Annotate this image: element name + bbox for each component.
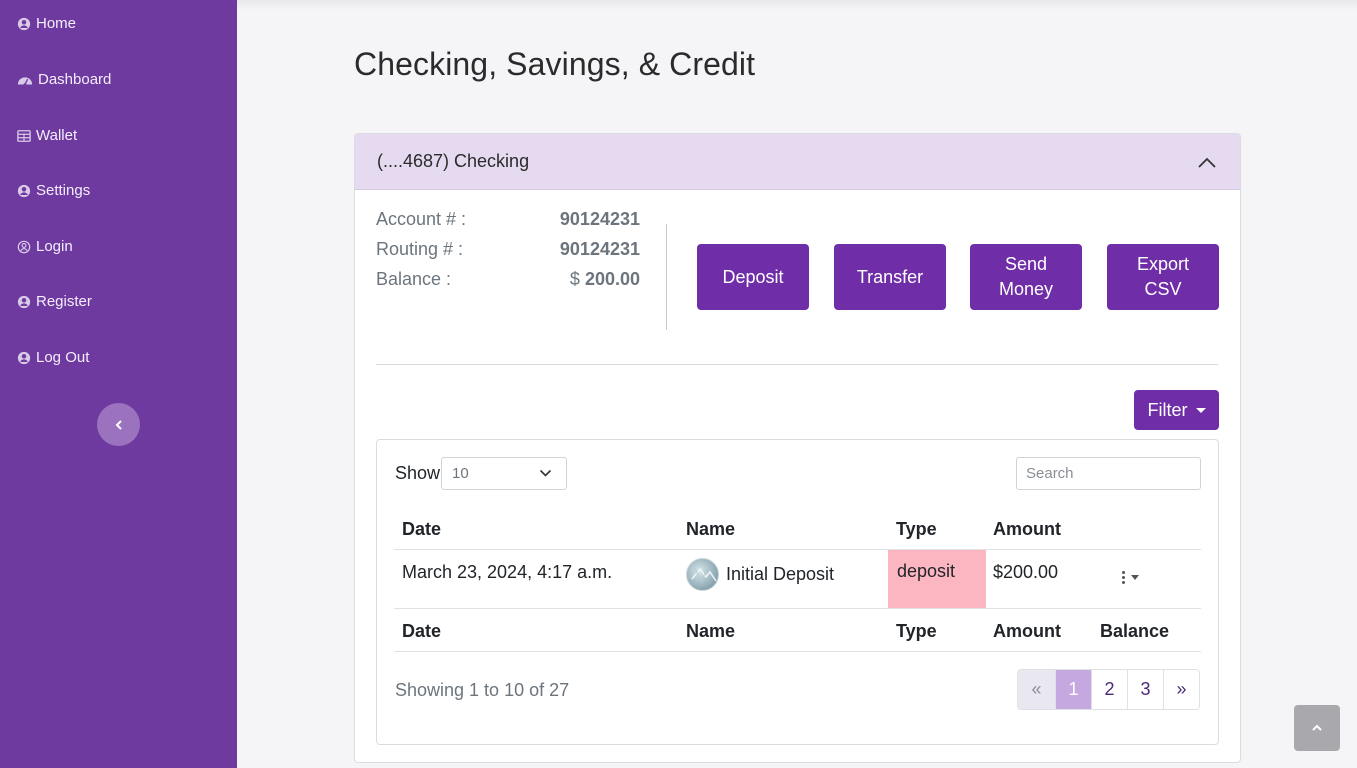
sidebar-item-home[interactable]: Home: [17, 15, 76, 32]
search-input[interactable]: [1016, 457, 1201, 490]
sidebar-item-wallet[interactable]: Wallet: [17, 127, 77, 144]
routing-number-value: 90124231: [559, 239, 640, 259]
pagination-prev[interactable]: «: [1018, 670, 1055, 709]
sidebar-item-register[interactable]: Register: [17, 293, 92, 310]
sidebar-item-label: Home: [36, 15, 77, 32]
footer-header-balance: Balance: [1100, 621, 1170, 641]
kebab-icon: [1122, 571, 1125, 584]
row-actions-menu[interactable]: [1122, 571, 1139, 584]
row-name: Initial Deposit: [726, 564, 835, 584]
balance-label: Balance :: [376, 269, 452, 289]
column-header-date[interactable]: Date: [402, 519, 441, 540]
sidebar-item-settings[interactable]: Settings: [17, 182, 90, 199]
send-money-button[interactable]: Send Money: [970, 244, 1082, 310]
user-circle-icon: [17, 184, 31, 198]
avatar: [686, 558, 719, 591]
page-title: Checking, Savings, & Credit: [354, 46, 756, 82]
sidebar-item-login[interactable]: Login: [17, 238, 73, 255]
column-header-type[interactable]: Type: [896, 519, 937, 540]
chevron-down-icon: [539, 469, 552, 477]
account-number-label: Account # :: [376, 209, 467, 229]
chevron-up-icon[interactable]: [1196, 152, 1218, 174]
balance-value: $ 200.00: [570, 269, 640, 290]
table-icon: [17, 129, 31, 143]
caret-down-icon: [1195, 407, 1206, 413]
sidebar-collapse-button[interactable]: [97, 403, 140, 446]
sidebar: Home Dashboard Wallet Settings Login Reg…: [0, 0, 237, 768]
sidebar-item-label: Login: [36, 238, 73, 255]
account-header-title: (....4687) Checking: [377, 151, 530, 171]
row-type: deposit: [897, 561, 956, 581]
sidebar-item-label: Wallet: [36, 127, 78, 144]
footer-divider: [394, 651, 1201, 652]
footer-header-amount: Amount: [993, 621, 1061, 641]
gauge-icon: [17, 73, 33, 87]
pagination-page-2[interactable]: 2: [1091, 670, 1127, 709]
filter-label: Filter: [1147, 399, 1188, 420]
showing-info: Showing 1 to 10 of 27: [395, 680, 570, 700]
transactions-table: Show 10 Date Name Type Amount March 23, …: [376, 439, 1219, 745]
pagination-page-3[interactable]: 3: [1127, 670, 1163, 709]
column-header-amount[interactable]: Amount: [993, 519, 1061, 540]
transfer-button[interactable]: Transfer: [834, 244, 946, 310]
sidebar-item-dashboard[interactable]: Dashboard: [17, 71, 111, 88]
sidebar-item-label: Register: [36, 293, 92, 310]
sidebar-item-label: Log Out: [36, 349, 90, 366]
filter-dropdown-button[interactable]: Filter: [1134, 390, 1219, 430]
user-circle-icon: [17, 351, 31, 365]
balance-currency: $: [569, 269, 580, 289]
sidebar-item-logout[interactable]: Log Out: [17, 349, 89, 366]
row-amount: $200.00: [993, 562, 1059, 582]
footer-header-name: Name: [686, 621, 736, 641]
sidebar-item-label: Settings: [36, 182, 91, 199]
row-type-badge: deposit: [888, 550, 986, 608]
page-size-value: 10: [452, 465, 469, 482]
sidebar-item-label: Dashboard: [38, 71, 112, 88]
info-divider: [666, 224, 667, 330]
footer-header-date: Date: [402, 621, 442, 641]
user-circle-icon: [17, 17, 31, 31]
routing-number-label: Routing # :: [376, 239, 464, 259]
account-accordion-header[interactable]: (....4687) Checking: [355, 134, 1240, 190]
pagination: « 1 2 3 »: [1017, 669, 1200, 710]
section-divider: [376, 364, 1218, 365]
pagination-page-1[interactable]: 1: [1055, 670, 1091, 709]
scroll-to-top-button[interactable]: [1294, 705, 1340, 751]
row-divider: [394, 608, 1201, 609]
row-date: March 23, 2024, 4:17 a.m.: [402, 562, 613, 582]
account-card: (....4687) Checking Account # : 90124231…: [354, 133, 1241, 763]
show-label: Show: [395, 463, 441, 483]
chevron-left-icon: [115, 419, 122, 430]
deposit-button[interactable]: Deposit: [697, 244, 809, 310]
column-header-name[interactable]: Name: [686, 519, 735, 540]
caret-down-icon: [1131, 575, 1139, 580]
user-circle-icon: [17, 295, 31, 309]
chevron-up-icon: [1312, 724, 1322, 731]
footer-header-type: Type: [896, 621, 937, 641]
account-number-value: 90124231: [559, 209, 640, 229]
balance-amount: 200.00: [584, 269, 640, 289]
page-size-select[interactable]: 10: [441, 457, 567, 490]
top-bar: [237, 0, 1357, 10]
user-circle-outline-icon: [17, 240, 31, 254]
header-divider: [394, 549, 1201, 550]
pagination-next[interactable]: »: [1163, 670, 1199, 709]
export-csv-button[interactable]: Export CSV: [1107, 244, 1219, 310]
